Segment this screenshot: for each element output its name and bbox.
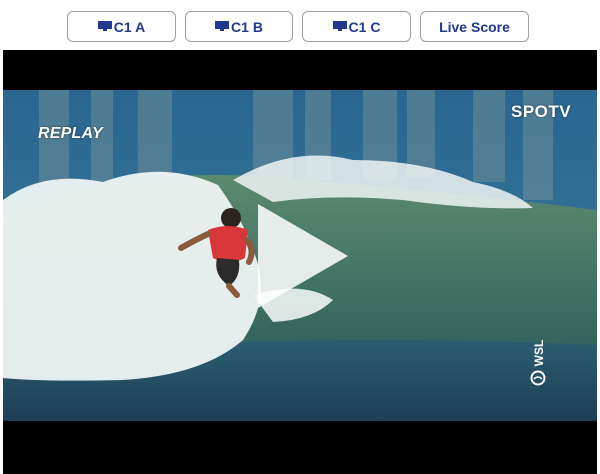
tab-c1-a[interactable]: C1 A [67, 11, 176, 42]
tv-icon [97, 21, 112, 31]
tab-c1-b[interactable]: C1 B [185, 11, 293, 42]
tab-live-score[interactable]: Live Score [420, 11, 529, 42]
play-icon[interactable] [252, 204, 348, 308]
tab-c1-c[interactable]: C1 C [302, 11, 411, 42]
tab-label: C1 B [231, 18, 263, 35]
league-logo-mark [530, 370, 546, 386]
tv-icon [332, 21, 347, 31]
tab-label: C1 C [348, 18, 381, 35]
tab-label: Live Score [439, 18, 510, 35]
broadcaster-logo: SPOTV [511, 102, 572, 121]
channel-tabs: C1 A C1 B C1 C Live Score [0, 0, 600, 50]
tab-label: C1 A [113, 18, 146, 35]
tv-icon [215, 21, 230, 31]
replay-label: REPLAY [38, 125, 103, 142]
league-logo: WSL [532, 339, 546, 367]
